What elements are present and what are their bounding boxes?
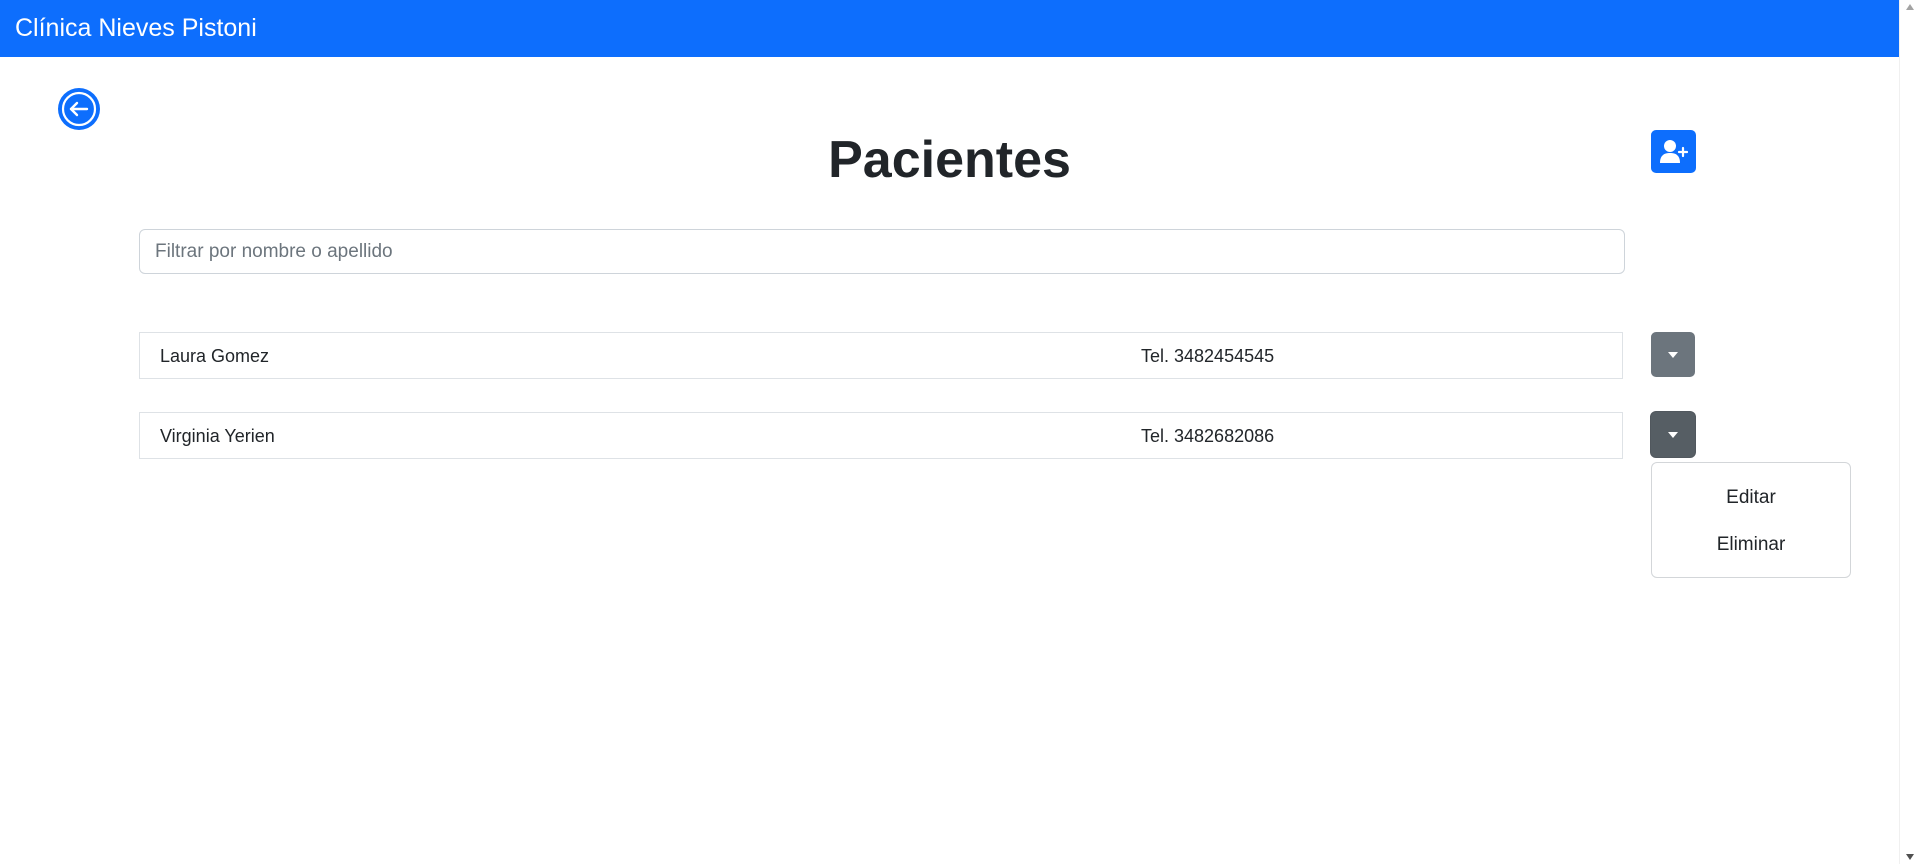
back-button[interactable] [57,87,101,131]
patient-name: Virginia Yerien [160,426,275,446]
add-patient-button[interactable] [1651,130,1696,173]
person-plus-icon [1660,140,1688,163]
patient-name: Laura Gomez [160,346,270,366]
content-area: Clínica Nieves Pistoni Pacientes Laura G… [0,0,1899,864]
menu-item-delete[interactable]: Eliminar [1652,533,1850,557]
caret-down-icon [1668,352,1678,358]
patient-phone: Tel. 3482682086 [1141,426,1275,446]
page-title: Pacientes [828,131,1071,189]
navbar: Clínica Nieves Pistoni [0,0,1899,57]
menu-item-edit[interactable]: Editar [1652,486,1850,510]
patient-phone: Tel. 3482454545 [1141,346,1275,366]
patient-actions-toggle[interactable] [1651,332,1695,377]
patient-actions-toggle[interactable] [1651,412,1695,457]
patient-row: Virginia Yerien Tel. 3482682086 [139,412,1623,459]
patient-actions-menu: Editar Eliminar [1651,462,1851,578]
vertical-scrollbar[interactable] [1899,0,1920,864]
page-viewport: Clínica Nieves Pistoni Pacientes Laura G… [0,0,1920,864]
arrow-left-circle-icon [58,88,100,130]
scroll-up-arrow-icon[interactable] [1906,4,1914,10]
search-input[interactable] [139,229,1625,274]
caret-down-icon [1668,432,1678,438]
scroll-down-arrow-icon[interactable] [1906,854,1914,860]
patient-row: Laura Gomez Tel. 3482454545 [139,332,1623,379]
navbar-brand[interactable]: Clínica Nieves Pistoni [15,13,257,43]
